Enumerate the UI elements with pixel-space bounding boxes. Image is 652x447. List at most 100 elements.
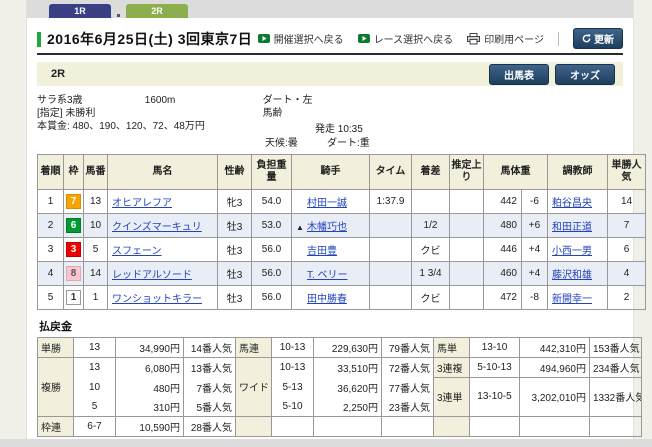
nav-divider <box>558 32 559 46</box>
race-course: ダート・左 <box>263 95 313 106</box>
weight-carried: 56.0 <box>252 286 292 310</box>
finish-time <box>370 286 412 310</box>
horse-link[interactable]: クインズマーキュリ <box>112 222 202 233</box>
sex-age: 牡3 <box>218 214 252 238</box>
back-to-kaisai-link[interactable]: 開催選択へ戻る <box>258 31 344 46</box>
col-horse-number: 馬番 <box>84 155 108 190</box>
bet-numbers: 5 <box>74 397 116 417</box>
trainer-link[interactable]: 新開幸一 <box>552 294 592 305</box>
frame-badge: 1 <box>66 290 81 305</box>
agari <box>450 286 484 310</box>
agari <box>450 190 484 214</box>
empty-cell <box>272 416 314 436</box>
odds-button[interactable]: オッズ <box>555 64 615 85</box>
bet-payout: 10,590円 <box>116 416 184 436</box>
bet-numbers: 10 <box>74 378 116 397</box>
bet-type-sanrenpuku: 3連複 <box>434 358 470 378</box>
bet-payout: 494,960円 <box>520 358 590 378</box>
print-page-link[interactable]: 印刷用ページ <box>467 31 544 46</box>
horse-number: 14 <box>84 262 108 286</box>
agari <box>450 214 484 238</box>
horse-number: 10 <box>84 214 108 238</box>
race-weather: 天候:曇 <box>265 134 298 149</box>
bet-popularity: 72番人気 <box>382 358 434 378</box>
col-horse-weight: 馬体重 <box>484 155 548 190</box>
entry-table-button[interactable]: 出馬表 <box>489 64 549 85</box>
page-title: 2016年6月25日(土) 3回東京7日 <box>47 29 252 49</box>
bet-type-umatan: 馬単 <box>434 338 470 358</box>
bet-payout: 33,510円 <box>314 358 382 378</box>
bet-numbers: 6-7 <box>74 416 116 436</box>
horse-weight-diff: +4 <box>522 262 548 286</box>
col-margin: 着差 <box>412 155 450 190</box>
race-category: サラ系3歳 <box>37 94 142 107</box>
horse-weight: 472 <box>484 286 522 310</box>
frame-badge: 7 <box>66 194 81 209</box>
back-to-race-link[interactable]: レース選択へ戻る <box>358 31 454 46</box>
bet-numbers: 10-13 <box>272 358 314 378</box>
bet-numbers: 5-10-13 <box>470 358 520 378</box>
weight-carried: 56.0 <box>252 262 292 286</box>
trainer-link[interactable]: 藤沢和雄 <box>552 270 592 281</box>
bet-numbers: 5-10 <box>272 397 314 417</box>
win-popularity: 2 <box>608 286 646 310</box>
jockey-link[interactable]: 木幡巧也 <box>307 222 347 233</box>
refresh-button[interactable]: 更新 <box>573 28 623 49</box>
col-jockey: 騎手 <box>292 155 370 190</box>
title-row: 2016年6月25日(土) 3回東京7日 開催選択へ戻る レース選択へ戻る <box>37 18 623 55</box>
race-going: ダート:重 <box>327 134 370 149</box>
finish-position: 1 <box>38 190 64 214</box>
bet-popularity: 5番人気 <box>184 397 236 417</box>
jockey-link[interactable]: 田中勝春 <box>307 294 347 305</box>
finish-time: 1:37.9 <box>370 190 412 214</box>
finish-position: 4 <box>38 262 64 286</box>
horse-number: 1 <box>84 286 108 310</box>
race-number: 2R <box>45 68 65 80</box>
bet-numbers: 13 <box>74 358 116 378</box>
tab-1r[interactable]: 1R <box>49 4 111 18</box>
bet-type-sanrentan: 3連単 <box>434 378 470 417</box>
race-tab-strip: 1R 2R <box>27 0 633 18</box>
bet-type-wakuren: 枠連 <box>38 416 74 436</box>
trainer-link[interactable]: 小西一男 <box>552 246 592 257</box>
win-popularity: 4 <box>608 262 646 286</box>
horse-link[interactable]: ワンショットキラー <box>112 294 202 305</box>
horse-link[interactable]: スフェーン <box>112 246 162 257</box>
col-trainer: 調教師 <box>548 155 608 190</box>
margin: クビ <box>412 238 450 262</box>
col-agari: 推定上り <box>450 155 484 190</box>
title-accent-bar <box>37 32 41 47</box>
payout-table: 単勝 13 34,990円 14番人気 馬連 10-13 229,630円 79… <box>37 337 642 437</box>
horse-weight-diff: +6 <box>522 214 548 238</box>
sex-age: 牡3 <box>218 262 252 286</box>
horse-link[interactable]: オヒアレフア <box>112 198 172 209</box>
trainer-link[interactable]: 和田正道 <box>552 222 592 233</box>
bet-type-wide: ワイド <box>236 358 272 417</box>
jockey-link[interactable]: 村田一誠 <box>307 198 347 209</box>
margin: クビ <box>412 286 450 310</box>
trainer-link[interactable]: 粕谷昌央 <box>552 198 592 209</box>
bet-popularity: 234番人気 <box>590 358 642 378</box>
race-grade: [指定] 未勝利 <box>37 107 142 120</box>
jockey-link[interactable]: T. ベリー <box>307 270 348 281</box>
finish-time <box>370 214 412 238</box>
agari <box>450 238 484 262</box>
horse-link[interactable]: レッドアルソード <box>112 270 192 281</box>
result-row: 4 8 14 レッドアルソード 牡3 56.0 T. ベリー 1 3/4 460… <box>38 262 646 286</box>
bet-payout: 480円 <box>116 378 184 397</box>
frame-badge: 6 <box>66 218 81 233</box>
bet-popularity: 14番人気 <box>184 338 236 358</box>
bet-popularity: 79番人気 <box>382 338 434 358</box>
margin: 1/2 <box>412 214 450 238</box>
horse-weight-diff: +4 <box>522 238 548 262</box>
finish-position: 3 <box>38 238 64 262</box>
bet-payout: 442,310円 <box>520 338 590 358</box>
results-header-row: 着順 枠 馬番 馬名 性齢 負担重量 騎手 タイム 着差 推定上り 馬体重 調教… <box>38 155 646 190</box>
horse-weight-diff: -6 <box>522 190 548 214</box>
green-arrow-icon <box>358 34 370 43</box>
jockey-link[interactable]: 吉田豊 <box>307 246 337 257</box>
race-weight-rule: 馬齢 <box>263 108 283 119</box>
bet-payout: 2,250円 <box>314 397 382 417</box>
tab-2r[interactable]: 2R <box>126 4 188 18</box>
finish-time <box>370 238 412 262</box>
